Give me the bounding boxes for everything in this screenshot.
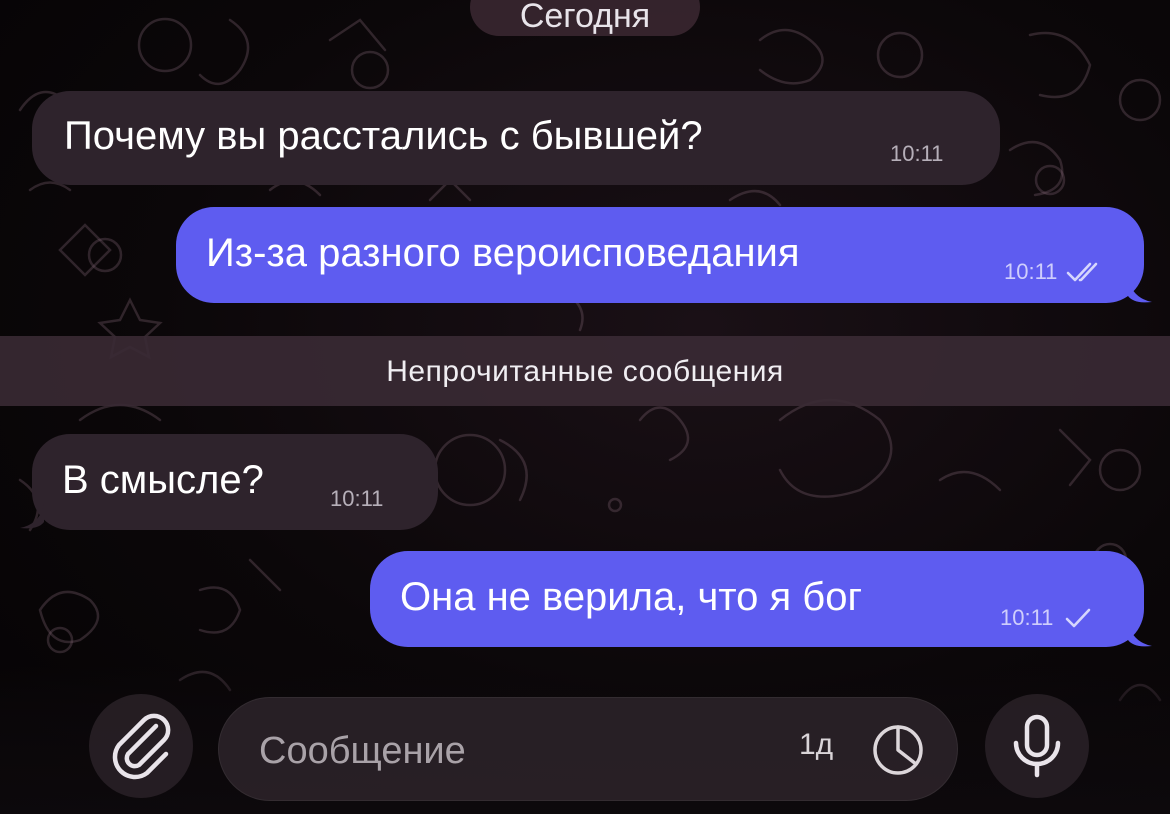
- timer-icon[interactable]: [864, 716, 932, 784]
- outgoing-bubble-tail: [1128, 278, 1152, 303]
- message-input[interactable]: [257, 722, 741, 780]
- incoming-bubble-tail: [20, 504, 44, 529]
- auto-delete-timer-label[interactable]: 1д: [799, 728, 833, 762]
- message-text: Она не верила, что я бог: [400, 575, 863, 619]
- double-check-icon: [1066, 262, 1098, 282]
- unread-messages-divider: Непрочитанные сообщения: [0, 336, 1170, 406]
- message-time: 10:11: [890, 141, 944, 166]
- message-bubble-outgoing[interactable]: Она не верила, что я бог 10:11: [370, 551, 1144, 647]
- unread-divider-label: Непрочитанные сообщения: [386, 355, 784, 388]
- message-text: В смысле?: [62, 458, 264, 502]
- message-bubble-incoming[interactable]: В смысле? 10:11: [32, 434, 438, 530]
- outgoing-bubble-tail: [1128, 622, 1152, 647]
- message-bubble-incoming[interactable]: Почему вы расстались с бывшей? 10:11: [32, 91, 1000, 185]
- attach-button[interactable]: [86, 691, 196, 801]
- single-check-icon: [1065, 608, 1091, 628]
- message-time: 10:11: [1000, 605, 1054, 630]
- paperclip-icon: [89, 694, 193, 798]
- message-time: 10:11: [330, 486, 384, 511]
- message-time: 10:11: [1004, 259, 1058, 284]
- message-text: Почему вы расстались с бывшей?: [64, 114, 703, 158]
- microphone-button[interactable]: [982, 691, 1092, 801]
- message-bubble-outgoing[interactable]: Из-за разного вероисповедания 10:11: [176, 207, 1144, 303]
- date-chip: Сегодня: [470, 0, 700, 36]
- chat-screen: Сегодня Почему вы расстались с бывшей? 1…: [0, 0, 1170, 814]
- message-text: Из-за разного вероисповедания: [206, 231, 800, 275]
- message-input-container[interactable]: 1д: [218, 697, 958, 801]
- microphone-icon: [985, 694, 1089, 798]
